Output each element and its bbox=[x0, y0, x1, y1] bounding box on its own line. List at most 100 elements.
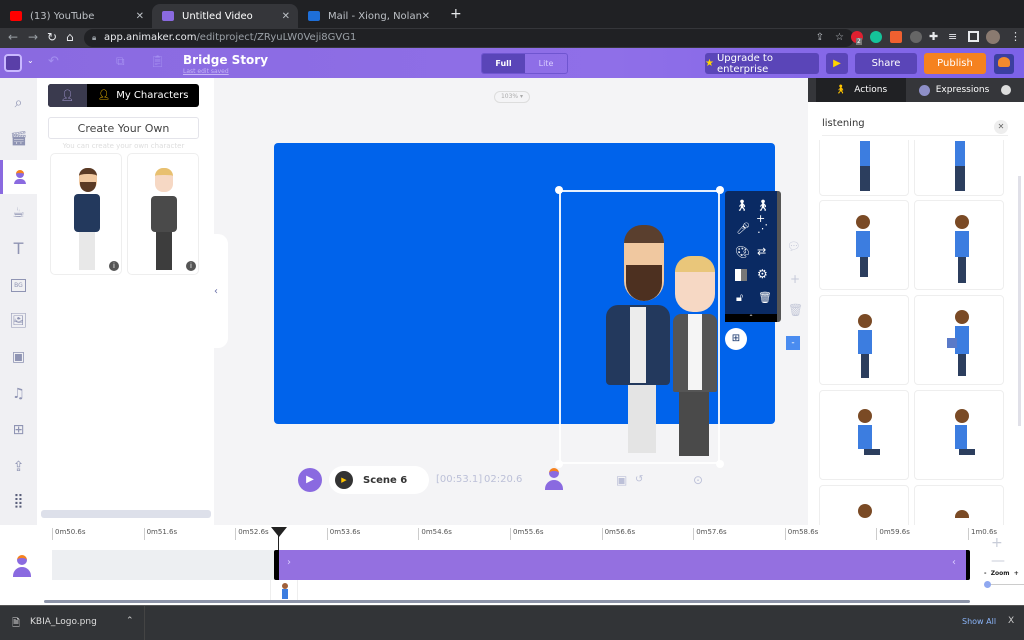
action-card[interactable] bbox=[819, 390, 909, 480]
walk-action-icon[interactable]: 🚶︎ bbox=[735, 199, 749, 212]
action-search-field[interactable]: listening ✕ bbox=[822, 116, 1008, 136]
action-card[interactable] bbox=[819, 295, 909, 385]
replay-icon[interactable]: ↺ bbox=[635, 474, 643, 485]
add-item-icon[interactable]: + bbox=[790, 272, 800, 286]
video-frame-icon[interactable]: ▣ bbox=[616, 473, 627, 487]
close-tab-icon[interactable]: ✕ bbox=[422, 11, 430, 22]
tab-actions[interactable]: 🚶︎ Actions bbox=[816, 78, 906, 102]
mode-lite-button[interactable]: Lite bbox=[525, 54, 567, 73]
action-card[interactable] bbox=[819, 140, 909, 196]
upgrade-button[interactable]: ★ Upgrade to enterprise bbox=[705, 53, 819, 75]
close-download-bar-button[interactable]: X bbox=[1008, 616, 1014, 626]
collapse-toolbar-chevron-up-icon[interactable]: ⌃ bbox=[725, 314, 777, 322]
share-icon[interactable]: ⇪ bbox=[816, 29, 824, 47]
zoom-slider-track[interactable] bbox=[986, 584, 1024, 585]
user-avatar[interactable] bbox=[994, 54, 1014, 74]
show-all-button[interactable]: Show All bbox=[962, 617, 996, 626]
action-card[interactable] bbox=[819, 485, 909, 525]
stage-character-bearded-man[interactable] bbox=[606, 225, 670, 455]
microphone-icon[interactable]: 🎤︎ bbox=[736, 222, 750, 235]
more-apps-grid-icon[interactable]: ⣿ bbox=[0, 484, 37, 518]
back-icon[interactable]: ← bbox=[8, 30, 18, 44]
zoom-in-icon[interactable]: + bbox=[991, 535, 1003, 551]
props-cup-icon[interactable]: ☕︎ bbox=[0, 196, 37, 230]
upload-icon[interactable]: ⇪ bbox=[0, 450, 37, 484]
scene-selector[interactable]: ▶ Scene 6 bbox=[329, 466, 429, 494]
info-icon[interactable]: i bbox=[186, 261, 196, 271]
timeline-scrollbar[interactable] bbox=[44, 600, 970, 603]
zoom-plus[interactable]: + bbox=[1014, 570, 1019, 577]
delete-trash-icon[interactable]: 🗑︎ bbox=[758, 291, 772, 304]
color-palette-icon[interactable]: 🎨︎ bbox=[735, 245, 750, 259]
tab-expressions[interactable]: Expressions bbox=[908, 78, 1000, 102]
undo-icon[interactable]: ↶ bbox=[48, 54, 59, 69]
zoom-slider-handle[interactable] bbox=[984, 581, 991, 588]
media-control-icon[interactable]: ≡ bbox=[948, 30, 957, 43]
characters-icon[interactable] bbox=[0, 160, 37, 194]
close-tab-icon[interactable]: ✕ bbox=[136, 11, 144, 22]
action-card[interactable] bbox=[914, 390, 1004, 480]
track-start-chevron-icon[interactable]: › bbox=[287, 557, 291, 568]
url-field[interactable]: 🔒︎ app.animaker.com/editproject/ZRyuLW0V… bbox=[84, 29, 854, 47]
focus-screenshot-icon[interactable]: ⊙ bbox=[693, 473, 703, 487]
action-card[interactable] bbox=[819, 200, 909, 290]
collapse-panel-button[interactable]: ‹ bbox=[214, 234, 228, 348]
search-icon[interactable]: ⌕ bbox=[0, 86, 37, 120]
tab-mail[interactable]: Mail - Xiong, Nolan (MU-Stude ✕ bbox=[298, 4, 438, 28]
zoom-level-dropdown[interactable]: 103% ▾ bbox=[494, 91, 530, 103]
character-track-bar[interactable]: › ‹ bbox=[274, 550, 970, 580]
scene-play-icon[interactable]: ▶ bbox=[335, 471, 353, 489]
paste-icon[interactable]: 📋︎ bbox=[150, 54, 165, 68]
action-card[interactable] bbox=[914, 140, 1004, 196]
stage-character-blonde-man[interactable] bbox=[673, 256, 719, 456]
create-your-own-button[interactable]: Create Your Own bbox=[48, 117, 199, 139]
more-menu-icon[interactable]: ⋮ bbox=[1010, 30, 1021, 43]
close-panel-icon[interactable] bbox=[1001, 85, 1011, 95]
chevron-up-icon[interactable]: ⌃ bbox=[126, 616, 134, 626]
resize-handle[interactable] bbox=[555, 186, 563, 194]
preview-play-button[interactable]: ▶ bbox=[826, 53, 848, 74]
zoom-minus[interactable]: - bbox=[984, 570, 987, 577]
trash-icon[interactable]: 🗑︎ bbox=[788, 303, 803, 317]
play-scene-button[interactable]: ▶ bbox=[298, 468, 322, 492]
images-icon[interactable]: 🖼︎ bbox=[0, 304, 37, 338]
action-thumbnail[interactable] bbox=[270, 580, 298, 602]
project-title[interactable]: Bridge Story bbox=[183, 53, 268, 67]
logo-dropdown-icon[interactable]: ⌄ bbox=[27, 56, 34, 65]
extensions-puzzle-icon[interactable]: ✚ bbox=[929, 30, 938, 43]
zoom-out-icon[interactable]: — bbox=[991, 553, 1005, 569]
action-card[interactable] bbox=[914, 200, 1004, 290]
resize-handle[interactable] bbox=[716, 460, 724, 468]
copy-icon[interactable]: ⧉ bbox=[116, 54, 125, 69]
effects-icon[interactable]: ⊞ bbox=[0, 413, 37, 447]
scenes-icon[interactable]: 🎬︎ bbox=[0, 122, 37, 156]
video-icon[interactable]: ▣ bbox=[0, 340, 37, 374]
comment-icon[interactable]: 💬︎ bbox=[787, 240, 801, 253]
panel-scrollbar[interactable] bbox=[1018, 176, 1021, 426]
panel-scrollbar[interactable] bbox=[41, 510, 211, 518]
new-tab-button[interactable]: + bbox=[450, 6, 462, 22]
info-icon[interactable]: i bbox=[109, 261, 119, 271]
opacity-icon[interactable] bbox=[735, 269, 747, 281]
action-card[interactable] bbox=[914, 485, 1004, 525]
shield-extension-icon[interactable] bbox=[910, 31, 922, 43]
minus-button[interactable]: - bbox=[786, 336, 800, 350]
megaphone-extension-icon[interactable] bbox=[890, 31, 902, 43]
playhead-marker[interactable] bbox=[271, 527, 287, 537]
close-tab-icon[interactable]: ✕ bbox=[282, 11, 290, 22]
side-panel-icon[interactable] bbox=[968, 31, 979, 42]
track-end-chevron-icon[interactable]: ‹ bbox=[952, 557, 956, 568]
action-card[interactable] bbox=[914, 295, 1004, 385]
character-layer-icon[interactable] bbox=[544, 468, 564, 492]
tab-untitled-video[interactable]: Untitled Video ✕ bbox=[152, 4, 298, 28]
forward-icon[interactable]: → bbox=[28, 30, 38, 44]
tab-all-characters[interactable]: 👤︎ bbox=[48, 84, 87, 107]
tab-youtube[interactable]: (13) YouTube ✕ bbox=[0, 4, 152, 28]
settings-gear-icon[interactable]: ⚙ bbox=[757, 267, 768, 281]
animaker-logo[interactable] bbox=[4, 54, 22, 72]
home-icon[interactable]: ⌂ bbox=[66, 30, 74, 44]
character-card-blonde-man[interactable]: i bbox=[127, 153, 199, 275]
profile-avatar[interactable] bbox=[986, 30, 1000, 44]
bookmark-star-icon[interactable]: ☆ bbox=[835, 29, 844, 47]
background-icon[interactable]: BG bbox=[0, 268, 37, 302]
